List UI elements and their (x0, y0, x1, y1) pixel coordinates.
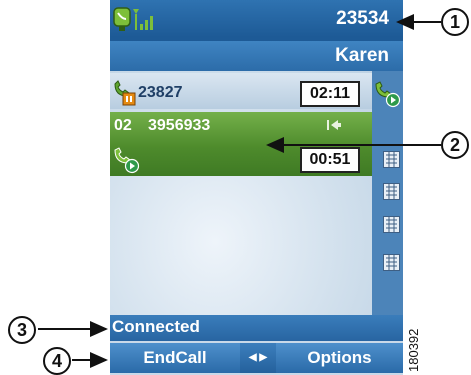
callout-2: 2 (441, 131, 469, 159)
callout-arrows (38, 14, 441, 368)
callout-1: 1 (441, 8, 469, 36)
callout-3: 3 (8, 316, 36, 344)
callout-4: 4 (43, 347, 71, 375)
